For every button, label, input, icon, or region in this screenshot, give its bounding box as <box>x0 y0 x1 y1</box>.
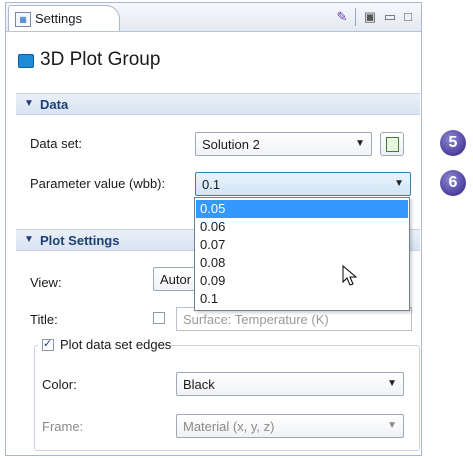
param-option[interactable]: 0.09 <box>196 272 408 290</box>
param-option[interactable]: 0.08 <box>196 254 408 272</box>
title-checkbox[interactable] <box>153 312 165 324</box>
frame-value: Material (x, y, z) <box>183 419 275 434</box>
collapse-arrow-icon: ▼ <box>24 98 34 109</box>
color-label: Color: <box>42 377 77 392</box>
view-value: Autor <box>160 272 192 287</box>
param-option[interactable]: 0.06 <box>196 218 408 236</box>
toolbar-separator <box>355 8 356 26</box>
title-bar: ▦ Settings ✎ ▣ ▭ □ <box>6 3 421 32</box>
param-select[interactable]: 0.1 ▼ <box>195 172 411 196</box>
title-label: Title: <box>30 312 58 327</box>
data-set-button[interactable] <box>380 132 404 156</box>
color-select[interactable]: Black ▼ <box>176 372 404 396</box>
param-label: Parameter value (wbb): <box>30 176 166 191</box>
callout-badge-5: 5 <box>440 130 466 156</box>
tab-settings[interactable]: ▦ Settings <box>8 5 120 31</box>
param-dropdown-list: 0.05 0.06 0.07 0.08 0.09 0.1 <box>194 197 410 311</box>
data-section-header[interactable]: ▼ Data <box>16 93 420 115</box>
param-option[interactable]: 0.1 <box>196 290 408 308</box>
color-value: Black <box>183 377 215 392</box>
tab-label: Settings <box>35 11 82 26</box>
chevron-down-icon: ▼ <box>387 420 397 431</box>
section-title: Plot Settings <box>40 233 120 248</box>
edges-legend: Plot data set edges <box>38 337 171 353</box>
plot-group-icon <box>18 54 34 68</box>
frame-label: Frame: <box>42 419 84 434</box>
chevron-down-icon: ▼ <box>394 178 404 189</box>
page-title: 3D Plot Group <box>40 49 161 70</box>
param-option[interactable]: 0.05 <box>196 200 408 218</box>
data-set-label: Data set: <box>30 136 83 151</box>
settings-icon: ▦ <box>15 12 31 27</box>
frame-select: Material (x, y, z) ▼ <box>176 414 404 438</box>
edges-label: Plot data set edges <box>60 337 172 352</box>
title-value: Surface: Temperature (K) <box>183 312 329 327</box>
chevron-down-icon: ▼ <box>355 138 365 149</box>
mouse-cursor-icon <box>342 265 358 286</box>
minimize-icon[interactable]: ▭ <box>382 9 398 25</box>
collapse-arrow-icon: ▼ <box>24 234 34 245</box>
chevron-down-icon: ▼ <box>387 378 397 389</box>
maximize-icon[interactable]: □ <box>400 9 416 25</box>
brush-icon[interactable]: ✎ <box>334 9 350 25</box>
param-option[interactable]: 0.07 <box>196 236 408 254</box>
data-set-select[interactable]: Solution 2 ▼ <box>195 132 372 156</box>
view-label: View: <box>30 275 62 290</box>
callout-badge-6: 6 <box>440 170 466 196</box>
edges-checkbox[interactable] <box>42 337 54 351</box>
param-value: 0.1 <box>202 177 221 192</box>
section-title: Data <box>40 97 69 112</box>
dataset-icon <box>386 137 399 152</box>
help-icon[interactable]: ▣ <box>362 9 378 25</box>
data-set-value: Solution 2 <box>202 137 260 152</box>
